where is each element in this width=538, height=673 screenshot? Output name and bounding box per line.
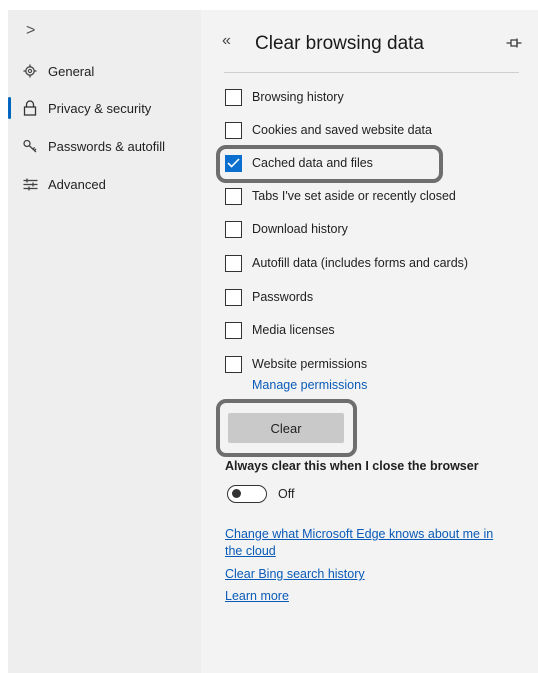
collapse-panel-button[interactable]: « (222, 32, 231, 50)
checkbox-label: Cookies and saved website data (252, 123, 432, 137)
checkbox-label: Browsing history (252, 90, 344, 104)
checkbox-label: Media licenses (252, 323, 335, 337)
sidebar-item-passwords-autofill[interactable]: Passwords & autofill (8, 133, 201, 159)
sliders-icon (16, 178, 44, 191)
checkbox[interactable] (225, 187, 242, 205)
checkbox-browsing-history[interactable]: Browsing history (225, 86, 344, 108)
lock-icon (16, 100, 44, 116)
checkbox-label: Autofill data (includes forms and cards) (252, 256, 469, 270)
checkbox-label: Tabs I've set aside or recently closed (252, 189, 456, 203)
sidebar-item-label: Passwords & autofill (48, 138, 166, 154)
change-what-edge-knows-link[interactable]: Change what Microsoft Edge knows about m… (225, 527, 493, 541)
checkbox-label: Website permissions (252, 357, 368, 371)
checkbox-website-permissions[interactable]: Website permissions (225, 353, 367, 375)
checkbox-label: Cached data and files (252, 156, 373, 170)
checkbox-cached-data[interactable]: Cached data and files (225, 152, 373, 174)
checkbox-autofill-data[interactable]: Autofill data (includes forms and cards) (225, 252, 468, 274)
checkbox[interactable] (225, 355, 242, 373)
checkmark-icon (227, 158, 240, 168)
checkbox-download-history[interactable]: Download history (225, 218, 348, 240)
clear-bing-history-link[interactable]: Clear Bing search history (225, 567, 365, 581)
clear-browsing-data-panel: « Clear browsing data Browsing history C… (201, 10, 538, 673)
sidebar-item-general[interactable]: General (8, 58, 201, 84)
toggle-state-label: Off (278, 487, 295, 501)
learn-more-link[interactable]: Learn more (225, 589, 289, 603)
sidebar-item-label: General (48, 63, 95, 79)
gear-icon (16, 64, 44, 78)
always-clear-label: Always clear this when I close the brows… (225, 459, 479, 473)
checkbox-checked[interactable] (225, 154, 242, 172)
key-icon (16, 139, 44, 153)
checkbox-media-licenses[interactable]: Media licenses (225, 319, 335, 341)
panel-title: Clear browsing data (255, 33, 424, 54)
checkbox-label: Download history (252, 222, 348, 236)
expand-sidebar-button[interactable]: > (26, 22, 35, 40)
pin-icon[interactable] (506, 35, 522, 53)
clear-button[interactable]: Clear (228, 413, 344, 443)
checkbox[interactable] (225, 88, 242, 106)
sidebar: > General Privacy & security Passwords &… (8, 10, 201, 673)
checkbox[interactable] (225, 321, 242, 339)
sidebar-item-label: Advanced (48, 176, 106, 192)
sidebar-item-label: Privacy & security (48, 100, 152, 116)
toggle-knob (232, 489, 241, 498)
always-clear-toggle[interactable] (227, 485, 267, 503)
sidebar-item-privacy-security[interactable]: Privacy & security (8, 95, 201, 121)
checkbox[interactable] (225, 220, 242, 238)
change-what-edge-knows-link-cont[interactable]: the cloud (225, 544, 276, 558)
checkbox-label: Passwords (252, 290, 314, 304)
sidebar-item-advanced[interactable]: Advanced (8, 171, 201, 197)
settings-window: > General Privacy & security Passwords &… (8, 10, 538, 673)
checkbox[interactable] (225, 121, 242, 139)
checkbox-passwords[interactable]: Passwords (225, 286, 313, 308)
checkbox[interactable] (225, 288, 242, 306)
checkbox[interactable] (225, 254, 242, 272)
manage-permissions-link[interactable]: Manage permissions (252, 378, 367, 392)
checkbox-cookies[interactable]: Cookies and saved website data (225, 119, 432, 141)
checkbox-tabs-set-aside[interactable]: Tabs I've set aside or recently closed (225, 185, 456, 207)
divider (224, 72, 519, 73)
